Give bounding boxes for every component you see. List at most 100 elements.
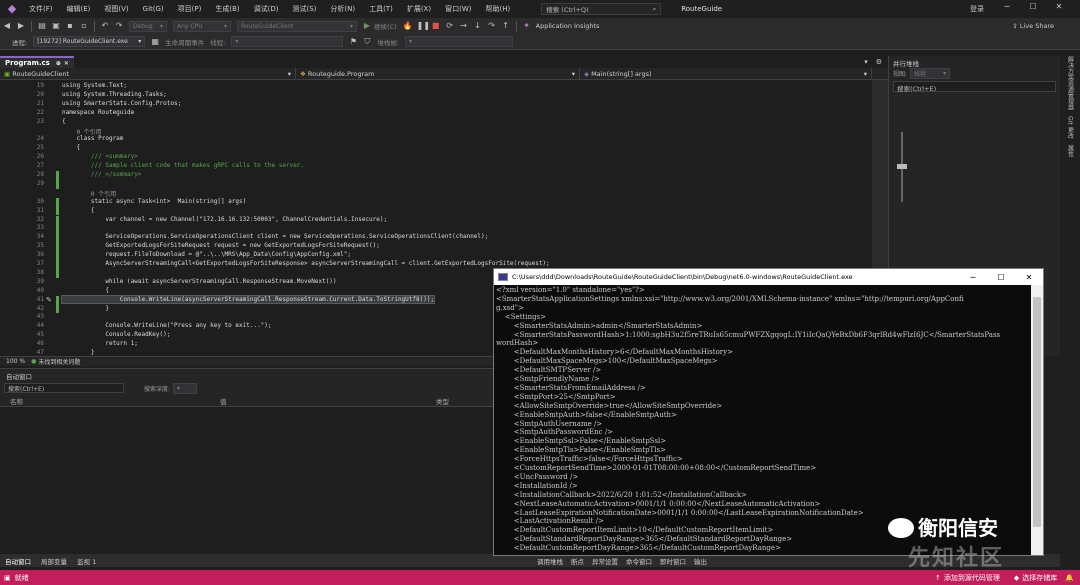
code-line[interactable]: } (62, 305, 109, 312)
step-out-icon[interactable]: ↑ (501, 21, 511, 31)
code-line[interactable]: /// <summary> (62, 153, 138, 160)
code-line[interactable]: var channel = new Channel("172.16.16.132… (62, 216, 387, 223)
zoom-slider[interactable] (895, 112, 909, 222)
side-tab[interactable]: 解决方案资源管理器 (1066, 56, 1075, 110)
close-icon[interactable]: ✕ (1046, 2, 1072, 11)
member-dropdown[interactable]: ◈ Main(string[] args) ▾ (580, 68, 872, 79)
save-all-icon[interactable]: ▫ (79, 21, 89, 31)
step-over-icon[interactable]: ↷ (487, 21, 497, 31)
issues-status[interactable]: 未找到相关问题 (38, 357, 80, 366)
stack-frame-dropdown[interactable]: ▾ (405, 36, 514, 47)
parallel-stacks-search[interactable]: 搜索(Ctrl+E) (893, 81, 1056, 93)
menu-item[interactable]: 文件(F) (22, 4, 60, 14)
hot-reload-icon[interactable]: 🔥 (403, 21, 413, 31)
continue-button[interactable]: 继续(C) (374, 21, 397, 31)
bottom-tab[interactable]: 输出 (690, 556, 711, 566)
console-titlebar[interactable]: C:\Users\ddd\Downloads\RouteGuide\RouteG… (494, 269, 1043, 285)
code-line[interactable]: class Program (62, 135, 123, 142)
maximize-icon[interactable]: ☐ (1020, 2, 1046, 11)
code-line[interactable]: static async Task<int> Main(string[] arg… (62, 198, 246, 205)
pin-icon[interactable]: ⊕ (56, 60, 61, 67)
menu-item[interactable]: 帮助(H) (478, 4, 517, 14)
code-line[interactable]: using System.Text; (62, 82, 127, 89)
startup-project-dropdown[interactable]: RouteGuideClient ▾ (237, 20, 357, 32)
login-link[interactable]: 登录 (970, 4, 984, 14)
platform-dropdown[interactable]: Any CPU ▾ (173, 20, 231, 32)
menu-item[interactable]: 测试(S) (285, 4, 323, 14)
process-dropdown[interactable]: [19272] RouteGuideClient.exe ▾ (33, 36, 146, 47)
configuration-dropdown[interactable]: Debug ▾ (129, 20, 167, 32)
application-insights-button[interactable]: Application Insights (536, 22, 600, 30)
menu-item[interactable]: 窗口(W) (438, 4, 478, 14)
console-close-icon[interactable]: ✕ (1015, 273, 1043, 282)
lifecycle-events-icon[interactable]: ▦ (150, 37, 160, 47)
class-dropdown[interactable]: ❖ Routeguide.Program ▾ (296, 68, 580, 79)
filter-icon[interactable]: ⛉ (362, 37, 372, 47)
code-line[interactable]: { (62, 207, 95, 214)
settings-icon[interactable]: ⚙ (876, 58, 882, 66)
code-line[interactable]: return 1; (62, 340, 138, 347)
code-line[interactable]: { (62, 287, 109, 294)
column-type[interactable]: 类型 (436, 396, 449, 406)
column-value[interactable]: 值 (220, 396, 436, 406)
open-folder-icon[interactable]: ▣ (51, 21, 61, 31)
autos-search-input[interactable]: 搜索(Ctrl+E) (4, 383, 124, 393)
menu-item[interactable]: 编辑(E) (60, 4, 98, 14)
code-line[interactable]: request.FileToDownload = @"..\..\MRS\App… (62, 251, 351, 258)
save-icon[interactable]: ▪ (65, 21, 75, 31)
code-line[interactable]: namespace Routeguide (62, 109, 134, 116)
console-minimize-icon[interactable]: ─ (959, 273, 987, 282)
bottom-tab[interactable]: 即时窗口 (656, 556, 690, 566)
code-line[interactable]: GetExportedLogsForSiteRequest request = … (62, 242, 380, 249)
minimize-icon[interactable]: ─ (994, 2, 1020, 11)
show-next-statement-icon[interactable]: → (459, 21, 469, 31)
side-tab[interactable]: Git 更改 (1066, 116, 1075, 139)
bottom-tab[interactable]: 调用堆栈 (533, 556, 567, 566)
code-line[interactable]: AsyncServerStreamingCall<GetExportedLogs… (62, 260, 549, 267)
view-dropdown[interactable]: 线程 ▾ (910, 67, 951, 79)
undo-icon[interactable]: ↶ (100, 21, 110, 31)
select-repository[interactable]: 选择存储库 (1022, 573, 1057, 583)
project-dropdown[interactable]: ▣ RouteGuideClient ▾ (0, 68, 296, 79)
code-line[interactable]: { (62, 144, 80, 151)
notification-bell-icon[interactable]: 🔔 (1065, 574, 1074, 582)
bottom-tab[interactable]: 异常设置 (588, 556, 622, 566)
code-line[interactable]: Console.WriteLine("Press any key to exit… (62, 322, 271, 329)
code-line[interactable]: using System.Threading.Tasks; (62, 91, 167, 98)
pause-icon[interactable]: ❚❚ (417, 21, 430, 31)
side-tab[interactable]: 属性 (1066, 145, 1075, 157)
code-line[interactable]: while (await asyncServerStreamingCall.Re… (62, 278, 336, 285)
code-line[interactable]: 0 个引用 (62, 189, 116, 198)
continue-icon[interactable]: ▶ (362, 21, 372, 31)
bottom-tab[interactable]: 断点 (567, 556, 588, 566)
step-into-icon[interactable]: ↓ (473, 21, 483, 31)
redo-icon[interactable]: ↷ (114, 21, 124, 31)
code-line[interactable]: } (62, 349, 95, 356)
forward-icon[interactable]: ▶ (16, 21, 26, 31)
bottom-tab[interactable]: 自动窗口 (0, 556, 36, 566)
menu-item[interactable]: 分析(N) (323, 4, 362, 14)
code-line[interactable]: Console.WriteLine(asyncServerStreamingCa… (60, 294, 436, 304)
menu-item[interactable]: 扩展(X) (400, 4, 438, 14)
add-to-source-control[interactable]: 添加到源代码管理 (944, 573, 1000, 583)
restart-icon[interactable]: ⟳ (445, 21, 455, 31)
tab-list-icon[interactable]: ▾ (864, 58, 868, 66)
bottom-tab[interactable]: 局部变量 (36, 556, 72, 566)
zoom-level[interactable]: 100 % (6, 358, 25, 365)
code-line[interactable]: 0 个引用 (62, 127, 101, 136)
new-file-icon[interactable]: ▤ (37, 21, 47, 31)
menu-item[interactable]: 调试(D) (247, 4, 286, 14)
back-icon[interactable]: ◀ (2, 21, 12, 31)
column-name[interactable]: 名称 (10, 396, 220, 406)
menu-item[interactable]: Git(G) (136, 5, 171, 13)
code-line[interactable]: /// </summary> (62, 171, 142, 178)
bottom-tab[interactable]: 命令窗口 (622, 556, 656, 566)
menu-item[interactable]: 视图(V) (97, 4, 135, 14)
tab-program-cs[interactable]: Program.cs ⊕ ✕ (0, 56, 74, 68)
close-tab-icon[interactable]: ✕ (64, 60, 69, 67)
console-maximize-icon[interactable]: ☐ (987, 273, 1015, 282)
search-input[interactable]: 搜索 (Ctrl+Q) ⌕ (541, 3, 662, 15)
zoom-slider-thumb[interactable] (897, 164, 907, 169)
flag-icon[interactable]: ⚑ (348, 37, 358, 47)
search-depth-dropdown[interactable]: ▾ (173, 382, 198, 394)
